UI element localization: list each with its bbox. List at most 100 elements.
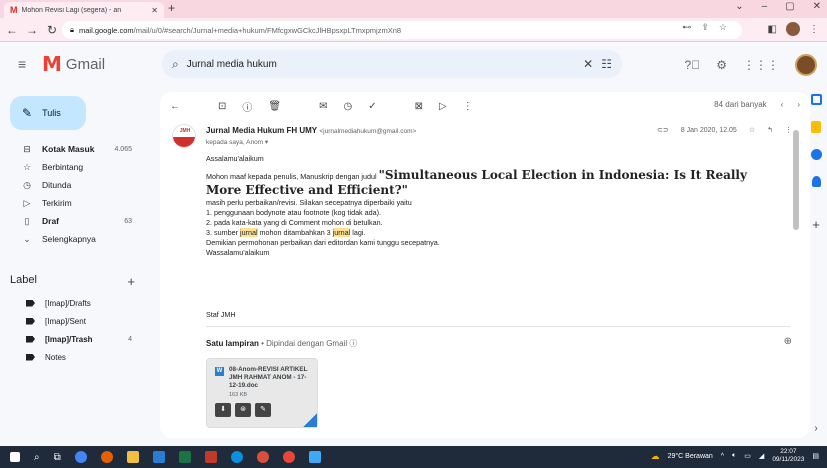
chrome-profile-icon[interactable] xyxy=(282,451,295,463)
message-meta: ⊂⊃ 8 Jan 2020, 12.05 ☆ ↰ ⋮ xyxy=(657,126,792,135)
weather-icon[interactable]: ☁ xyxy=(651,451,660,462)
label-item-imap-drafts[interactable]: [Imap]/Drafts xyxy=(0,294,150,312)
save-to-drive-icon[interactable]: ⊛ xyxy=(235,403,251,417)
tab-search-icon[interactable]: ⌄ xyxy=(735,1,743,12)
report-spam-icon[interactable]: ⓘ xyxy=(242,99,252,114)
key-icon[interactable]: ⊷ xyxy=(682,22,691,33)
task-view-icon[interactable]: ⧉ xyxy=(54,452,61,463)
attachments-count: Satu lampiran xyxy=(206,339,259,348)
label-tag-icon xyxy=(26,335,35,343)
draft-count: 63 xyxy=(124,217,132,225)
search-bar[interactable]: ⌕ Jurnal media hukum ✕ ☷ xyxy=(162,50,622,78)
intro-paragraph: Mohon maaf kepada penulis, Manuskrip den… xyxy=(206,168,786,198)
delete-icon[interactable]: 🗑︎ xyxy=(268,101,281,112)
closing-line-1: Demikian permohonan perbaikan dari edito… xyxy=(206,238,440,247)
photos-icon[interactable] xyxy=(308,451,321,463)
url-bar[interactable]: 🔒︎ mail.google.com/mail/u/0/#search/Jurn… xyxy=(62,21,742,39)
compose-button[interactable]: ✎ Tulis xyxy=(10,96,86,130)
archive-icon[interactable]: ⊡ xyxy=(218,101,226,112)
close-window-icon[interactable]: ✕ xyxy=(813,1,821,12)
notifications-icon[interactable]: ▤ xyxy=(812,452,819,460)
volume-icon[interactable]: 🔈︎ xyxy=(732,452,736,460)
sidebar-toggle-icon[interactable]: ◧ xyxy=(768,24,777,35)
apps-grid-icon[interactable]: ⋮⋮⋮ xyxy=(743,58,779,72)
reload-icon[interactable]: ↻ xyxy=(46,23,58,37)
label-item-notes[interactable]: Notes xyxy=(0,348,150,366)
mark-unread-icon[interactable]: ✉ xyxy=(319,101,327,112)
add-label-icon[interactable]: + xyxy=(127,274,135,289)
share-icon[interactable]: ⇪ xyxy=(701,22,709,33)
firefox-icon[interactable] xyxy=(100,451,113,463)
app-m-icon[interactable] xyxy=(204,451,217,463)
reply-icon[interactable]: ↰ xyxy=(767,126,773,134)
minimize-icon[interactable]: – xyxy=(762,1,768,12)
label-item-imap-trash[interactable]: [Imap]/Trash 4 xyxy=(0,330,150,348)
more-actions-icon[interactable]: ⋮ xyxy=(463,101,473,112)
contacts-icon[interactable] xyxy=(811,176,821,187)
back-icon[interactable]: ← xyxy=(6,23,18,37)
chrome-menu-icon[interactable]: ⋮ xyxy=(809,24,819,35)
new-tab-icon[interactable]: + xyxy=(168,1,175,15)
chrome-red-icon[interactable] xyxy=(256,451,269,463)
windows-start-icon[interactable] xyxy=(10,452,20,462)
get-addons-icon[interactable]: + xyxy=(812,217,820,232)
previous-icon[interactable]: ‹ xyxy=(781,100,784,109)
file-explorer-icon[interactable] xyxy=(126,451,139,463)
clock[interactable]: 22:07 09/11/2023 xyxy=(772,448,804,464)
account-avatar[interactable] xyxy=(795,54,817,76)
snooze-icon[interactable]: ◷ xyxy=(343,101,352,112)
recipients-line[interactable]: kepada saya, Anom ▾ xyxy=(206,138,268,146)
bookmark-star-icon[interactable]: ☆ xyxy=(719,22,727,33)
settings-gear-icon[interactable]: ⚙ xyxy=(716,58,727,72)
gmail-logo[interactable]: M Gmail xyxy=(42,52,105,76)
wifi-icon[interactable]: ◢ xyxy=(759,452,764,460)
sidebar-item-drafts[interactable]: ▯ Draf 63 xyxy=(0,212,150,230)
star-message-icon[interactable]: ☆ xyxy=(749,126,755,134)
expand-panel-icon[interactable]: › xyxy=(814,423,817,434)
word-icon[interactable] xyxy=(152,451,165,463)
tasks-icon[interactable] xyxy=(810,149,822,160)
add-to-drive-icon[interactable]: ⊕ xyxy=(784,336,792,347)
label-item-imap-sent[interactable]: [Imap]/Sent xyxy=(0,312,150,330)
search-icon[interactable]: ⌕ xyxy=(172,57,179,72)
excel-icon[interactable] xyxy=(178,451,191,463)
maximize-icon[interactable]: ▢ xyxy=(785,1,794,12)
attachment-card[interactable]: W 08-Anom-REVISI ARTIKEL JMH RAHMAT ANOM… xyxy=(206,358,318,428)
keep-icon[interactable] xyxy=(811,121,821,133)
edge-icon[interactable] xyxy=(230,451,243,463)
search-options-icon[interactable]: ☷ xyxy=(601,57,612,71)
close-tab-icon[interactable]: ✕ xyxy=(151,6,158,15)
back-to-list-icon[interactable]: ← xyxy=(170,101,180,112)
closing-line-2: Wassalamu'alaikum xyxy=(206,248,270,257)
taskbar-search-icon[interactable]: ⌕ xyxy=(34,452,40,463)
chrome-icon[interactable] xyxy=(74,451,87,463)
weather-text[interactable]: 29°C Berawan xyxy=(668,453,713,460)
browser-tab[interactable]: M Mohon Revisi Lagi (segera) - an ✕ xyxy=(4,2,164,18)
move-to-icon[interactable]: ⊠ xyxy=(415,101,423,112)
recipients-dropdown-icon[interactable]: ▾ xyxy=(265,139,268,146)
edit-icon[interactable]: ✎ xyxy=(255,403,271,417)
add-task-icon[interactable]: ✓ xyxy=(368,101,376,112)
sidebar-item-starred[interactable]: ☆ Berbintang xyxy=(0,158,150,176)
profile-avatar-icon[interactable] xyxy=(786,22,800,36)
forward-icon[interactable]: → xyxy=(26,23,38,37)
sidebar-item-more[interactable]: ⌄ Selengkapnya xyxy=(0,230,150,248)
download-icon[interactable]: ⬇ xyxy=(215,403,231,417)
search-input[interactable]: Jurnal media hukum xyxy=(187,59,575,70)
tray-overflow-icon[interactable]: ^ xyxy=(721,453,724,460)
sidebar-item-sent[interactable]: ▷ Terkirim xyxy=(0,194,150,212)
tab-title: Mohon Revisi Lagi (segera) - an xyxy=(21,6,122,14)
clear-search-icon[interactable]: ✕ xyxy=(583,57,593,71)
calendar-icon[interactable] xyxy=(810,94,822,105)
next-icon[interactable]: › xyxy=(797,100,800,109)
message-scrollbar[interactable] xyxy=(793,130,799,230)
main-menu-icon[interactable]: ≡ xyxy=(18,56,26,72)
message-more-icon[interactable]: ⋮ xyxy=(785,126,792,134)
sidebar-item-snoozed[interactable]: ◷ Ditunda xyxy=(0,176,150,194)
label-icon[interactable]: ▷ xyxy=(439,101,447,112)
battery-icon[interactable]: ▭ xyxy=(744,452,751,460)
sender-name[interactable]: Jurnal Media Hukum FH UMY xyxy=(206,126,317,135)
help-icon[interactable]: ?⃝ xyxy=(685,58,701,72)
sender-avatar[interactable]: JMH xyxy=(172,124,196,148)
sidebar-item-inbox[interactable]: ⊟ Kotak Masuk 4.065 xyxy=(0,140,150,158)
